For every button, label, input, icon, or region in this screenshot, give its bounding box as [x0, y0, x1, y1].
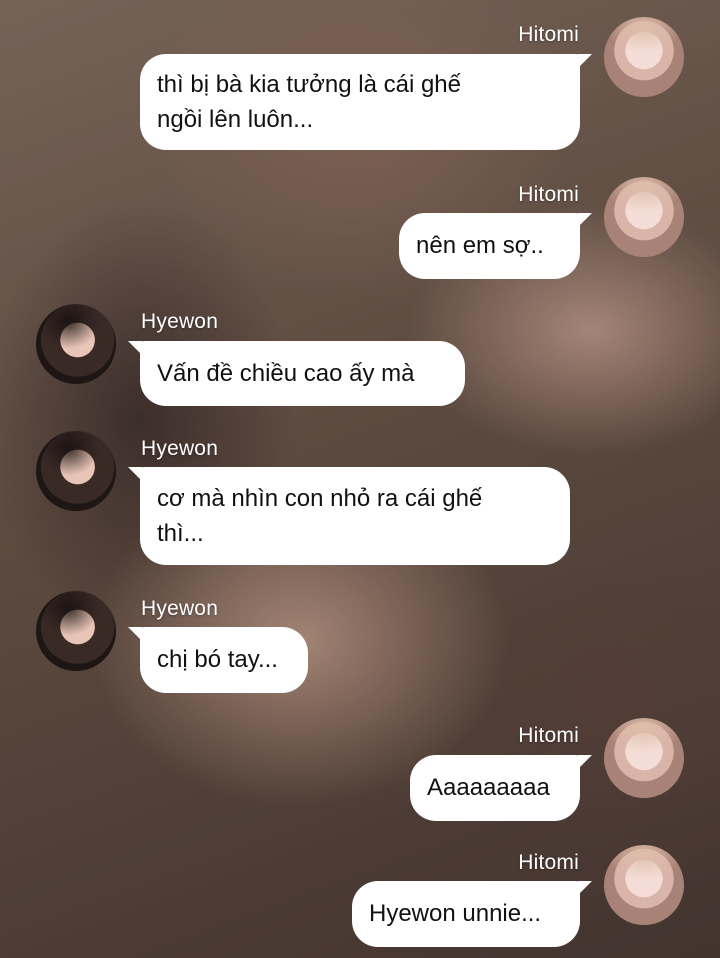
- message-bubble[interactable]: Vấn đề chiều cao ấy mà: [128, 341, 465, 406]
- hitomi-avatar[interactable]: [604, 845, 684, 925]
- message-bubble[interactable]: chị bó tay...: [128, 627, 308, 693]
- hitomi-avatar[interactable]: [604, 177, 684, 257]
- sender-name: Hitomi: [518, 23, 579, 46]
- message-bubble[interactable]: Aaaaaaaaa: [410, 755, 592, 821]
- sender-name: Hitomi: [518, 724, 579, 747]
- sender-name: Hyewon: [141, 437, 219, 460]
- message-bubble[interactable]: thì bị bà kia tưởng là cái ghế ngồi lên …: [140, 54, 592, 150]
- hyewon-avatar[interactable]: [36, 304, 116, 384]
- hitomi-avatar[interactable]: [604, 718, 684, 798]
- sender-name: Hitomi: [518, 183, 579, 206]
- hitomi-avatar[interactable]: [604, 17, 684, 97]
- message-bubble[interactable]: cơ mà nhìn con nhỏ ra cái ghế thì...: [128, 467, 570, 565]
- message-bubble[interactable]: nên em sợ..: [399, 213, 592, 279]
- sender-name: Hyewon: [141, 310, 219, 333]
- message-bubble[interactable]: Hyewon unnie...: [352, 881, 592, 947]
- hyewon-avatar[interactable]: [36, 591, 116, 671]
- sender-name: Hyewon: [141, 597, 219, 620]
- sender-name: Hitomi: [518, 851, 579, 874]
- hyewon-avatar[interactable]: [36, 431, 116, 511]
